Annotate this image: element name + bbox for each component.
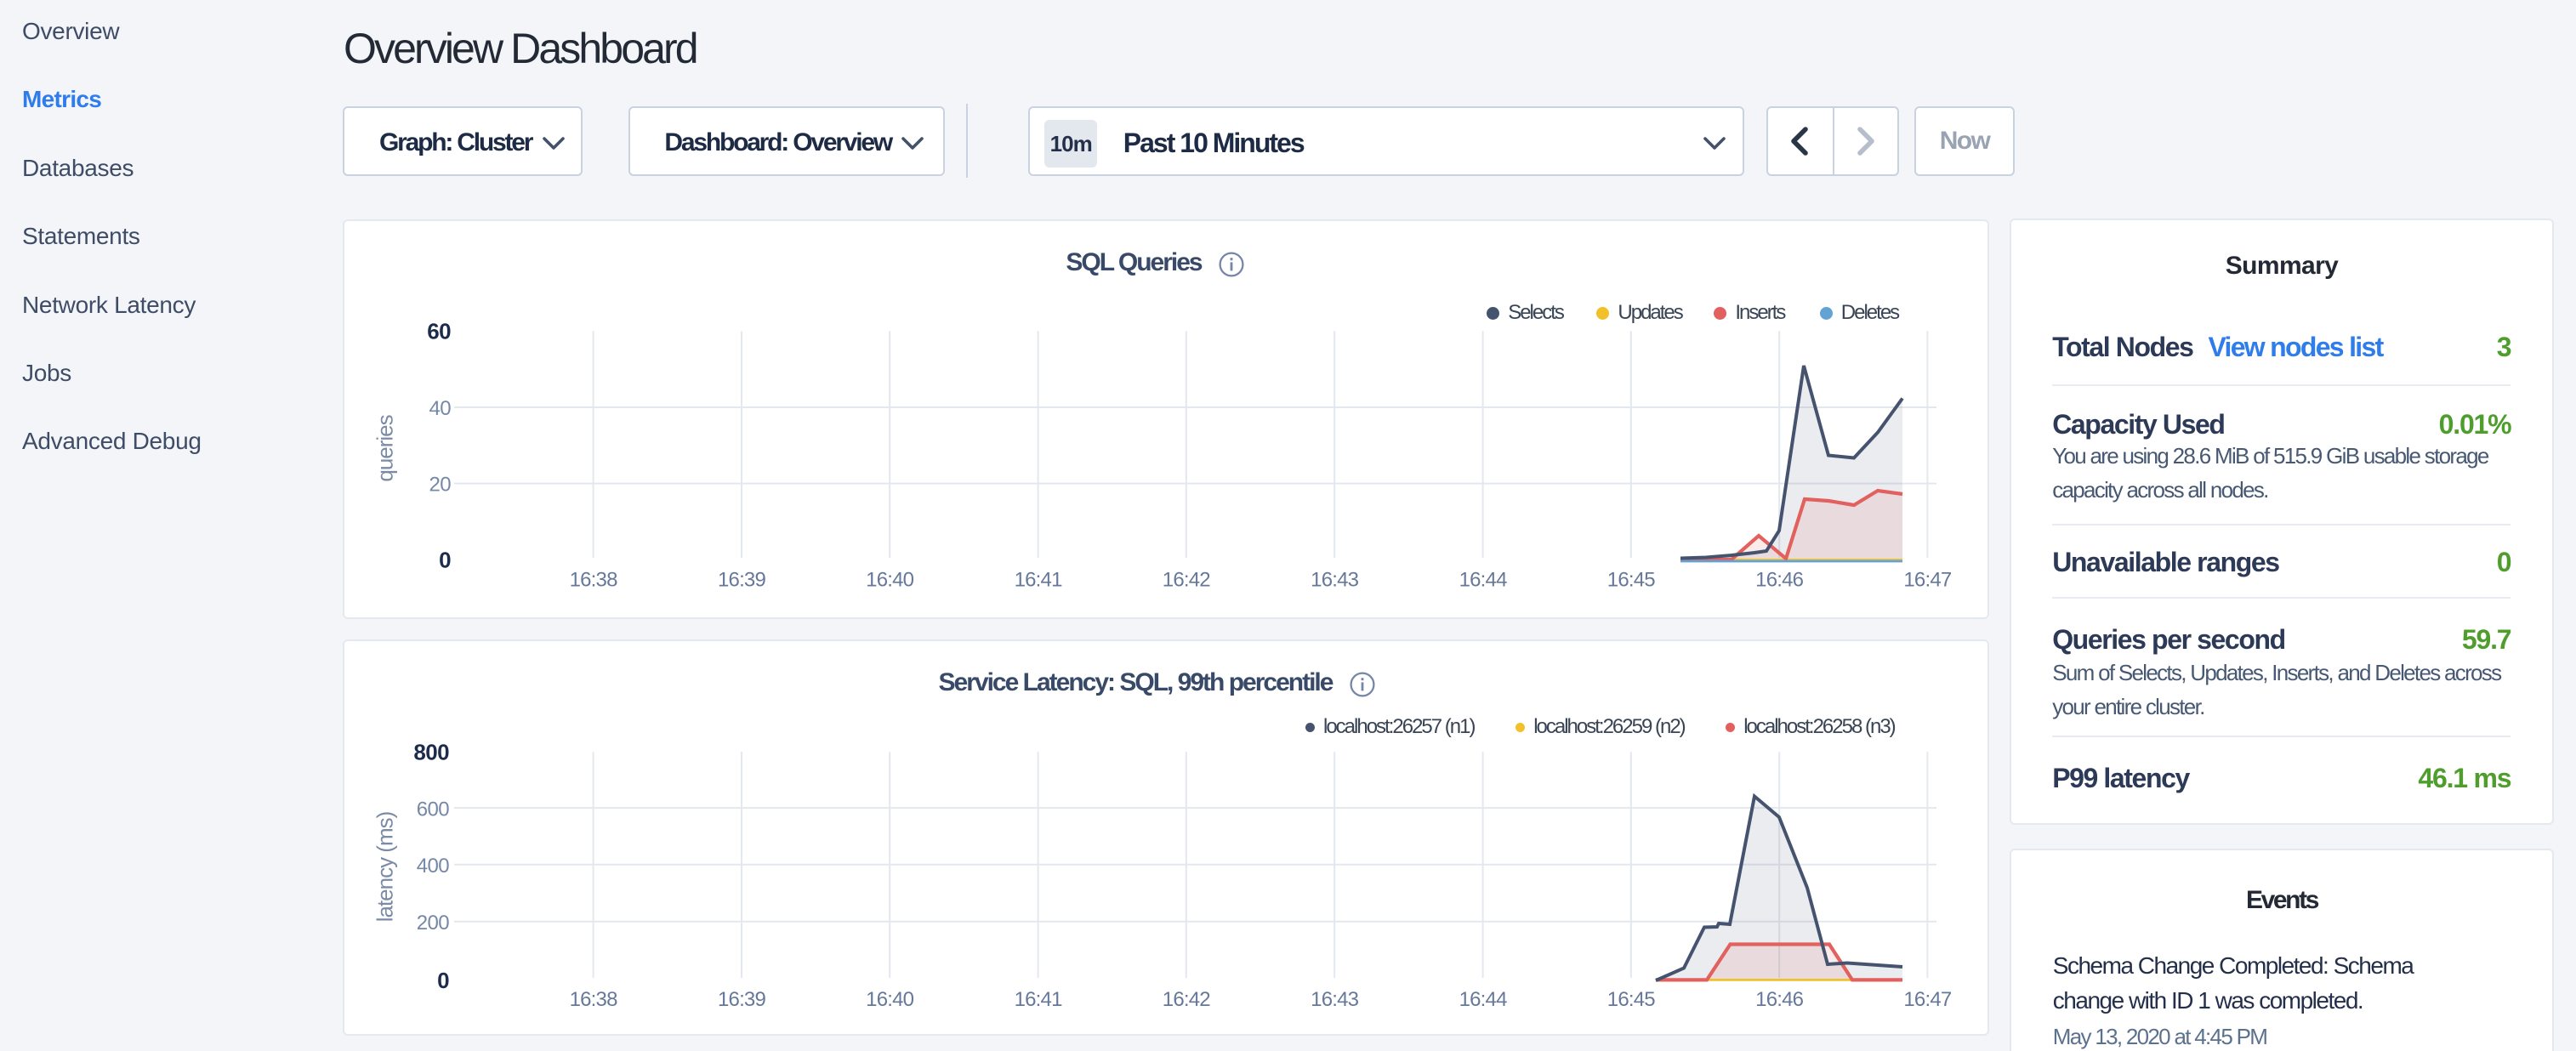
svg-text:16:45: 16:45 <box>1607 988 1656 1011</box>
svg-text:16:47: 16:47 <box>1903 569 1952 592</box>
svg-text:800: 800 <box>413 739 449 764</box>
svg-text:16:38: 16:38 <box>570 569 618 592</box>
svg-text:16:42: 16:42 <box>1163 569 1211 592</box>
svg-text:16:40: 16:40 <box>866 988 914 1011</box>
svg-text:16:41: 16:41 <box>1015 988 1063 1011</box>
svg-text:200: 200 <box>417 912 449 935</box>
svg-text:16:40: 16:40 <box>866 569 914 592</box>
svg-text:16:44: 16:44 <box>1459 569 1508 592</box>
svg-text:16:41: 16:41 <box>1015 569 1063 592</box>
svg-text:16:42: 16:42 <box>1163 988 1211 1011</box>
svg-text:0: 0 <box>439 547 451 572</box>
svg-text:16:39: 16:39 <box>718 569 766 592</box>
svg-text:16:45: 16:45 <box>1607 569 1656 592</box>
svg-text:60: 60 <box>427 319 451 344</box>
svg-text:40: 40 <box>429 397 452 420</box>
svg-text:16:46: 16:46 <box>1755 569 1804 592</box>
svg-text:16:39: 16:39 <box>718 988 766 1011</box>
svg-text:0: 0 <box>437 968 449 993</box>
svg-text:16:43: 16:43 <box>1311 988 1359 1011</box>
svg-text:16:43: 16:43 <box>1311 569 1359 592</box>
svg-text:16:44: 16:44 <box>1459 988 1508 1011</box>
svg-text:16:38: 16:38 <box>570 988 618 1011</box>
svg-text:400: 400 <box>417 855 449 878</box>
svg-text:600: 600 <box>417 798 449 821</box>
svg-text:20: 20 <box>429 474 452 497</box>
svg-text:16:46: 16:46 <box>1755 988 1804 1011</box>
svg-text:16:47: 16:47 <box>1903 988 1952 1011</box>
